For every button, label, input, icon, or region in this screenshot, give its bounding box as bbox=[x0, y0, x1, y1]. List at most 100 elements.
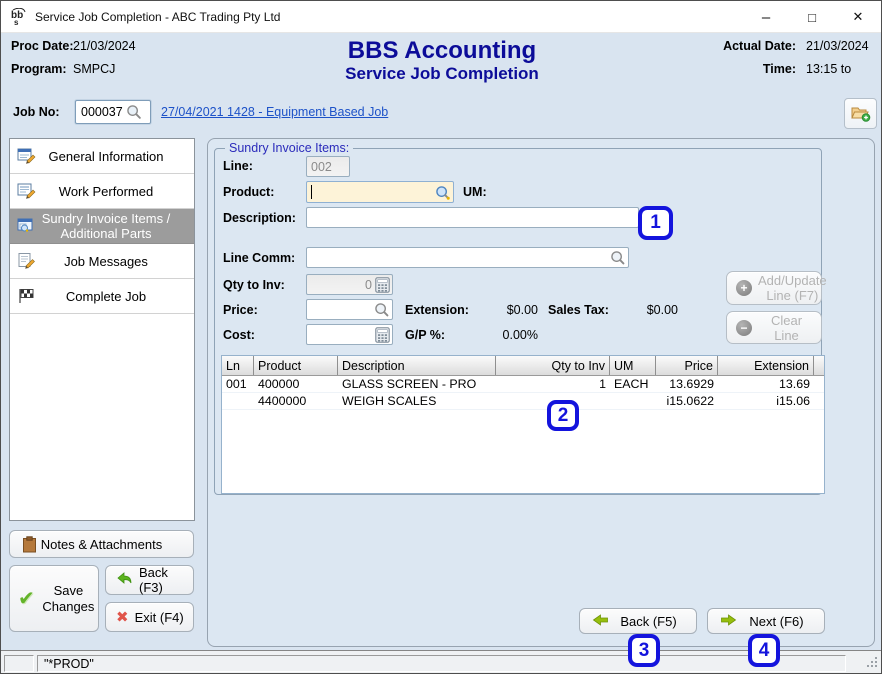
main-content-panel: Sundry Invoice Items: Line: Product: UM: bbox=[207, 138, 875, 647]
app-icon[interactable]: bb s bbox=[10, 8, 29, 26]
gp-percent-label: G/P %: bbox=[405, 328, 445, 342]
sidebar-item-job-messages[interactable]: Job Messages bbox=[10, 244, 194, 279]
sidebar-item-label: Sundry Invoice Items / Additional Parts bbox=[34, 211, 178, 241]
line-input bbox=[307, 157, 349, 176]
price-field[interactable] bbox=[306, 299, 393, 320]
header-price: Price bbox=[656, 356, 718, 375]
job-no-field[interactable] bbox=[75, 100, 151, 124]
notes-attachments-button[interactable]: Notes & Attachments bbox=[9, 530, 194, 558]
qty-calculator-icon[interactable] bbox=[375, 277, 390, 296]
sidebar-item-label: Work Performed bbox=[59, 184, 153, 199]
bbs-logo-icon: bb s bbox=[10, 8, 29, 26]
cell-um: EACH bbox=[610, 376, 656, 392]
add-update-label-line2: Line (F7) bbox=[766, 288, 818, 303]
job-no-input[interactable] bbox=[76, 105, 126, 119]
exit-f4-button[interactable]: ✖ Exit (F4) bbox=[105, 602, 194, 632]
table-header-row: Ln Product Description Qty to Inv UM Pri… bbox=[222, 356, 824, 376]
page-pencil-icon bbox=[17, 252, 37, 273]
um-label: UM: bbox=[463, 185, 487, 199]
minimize-button[interactable]: – bbox=[743, 1, 789, 33]
cost-label: Cost: bbox=[223, 328, 255, 342]
annotation-1: 1 bbox=[638, 206, 673, 240]
screen-title: Service Job Completion bbox=[1, 64, 882, 84]
cost-field[interactable] bbox=[306, 324, 393, 345]
maximize-button[interactable]: □ bbox=[789, 1, 835, 33]
save-label-line2: Changes bbox=[42, 599, 94, 614]
qty-to-inv-label: Qty to Inv: bbox=[223, 278, 285, 292]
line-comm-field[interactable] bbox=[306, 247, 629, 268]
job-no-label: Job No: bbox=[13, 105, 60, 119]
cell-product: 4400000 bbox=[254, 393, 338, 409]
green-left-arrow-icon bbox=[592, 613, 609, 630]
product-label: Product: bbox=[223, 185, 274, 199]
folder-add-icon bbox=[851, 105, 871, 122]
qty-to-inv-field: 0 bbox=[306, 274, 393, 295]
cell-extension: i15.06 bbox=[718, 393, 814, 409]
svg-text:s: s bbox=[14, 18, 19, 26]
line-field bbox=[306, 156, 350, 177]
job-lookup-icon[interactable] bbox=[126, 104, 142, 120]
plus-circle-icon: + bbox=[736, 280, 752, 296]
add-update-line-button[interactable]: + Add/Update Line (F7) bbox=[726, 271, 822, 305]
sales-tax-label: Sales Tax: bbox=[548, 303, 609, 317]
header-ln: Ln bbox=[222, 356, 254, 375]
header-product: Product bbox=[254, 356, 338, 375]
doc-pencil-icon bbox=[17, 182, 37, 203]
header-qty-to-inv: Qty to Inv bbox=[496, 356, 610, 375]
annotation-3: 3 bbox=[628, 634, 660, 667]
undo-arrow-icon bbox=[116, 571, 133, 589]
clipboard-icon bbox=[22, 536, 37, 556]
sidebar-item-label: Complete Job bbox=[66, 289, 146, 304]
extension-label: Extension: bbox=[405, 303, 469, 317]
table-row[interactable]: 001 400000 GLASS SCREEN - PRO 1 EACH 13.… bbox=[222, 376, 824, 393]
save-changes-button[interactable]: ✔ Save Changes bbox=[9, 565, 99, 632]
actual-date-value: 21/03/2024 bbox=[806, 39, 869, 53]
status-panel-left bbox=[4, 655, 34, 672]
sidebar-item-label: Job Messages bbox=[64, 254, 148, 269]
sidebar-item-work-performed[interactable]: Work Performed bbox=[10, 174, 194, 209]
form-pencil-icon bbox=[17, 147, 37, 168]
product-field[interactable] bbox=[306, 181, 454, 203]
cell-product: 400000 bbox=[254, 376, 338, 392]
resize-grip[interactable] bbox=[866, 656, 879, 672]
back-f5-label: Back (F5) bbox=[617, 614, 696, 629]
sidebar-item-general-information[interactable]: General Information bbox=[10, 139, 194, 174]
next-f6-button[interactable]: Next (F6) bbox=[707, 608, 825, 634]
back-f3-button[interactable]: Back (F3) bbox=[105, 565, 194, 595]
sidebar-item-complete-job[interactable]: Complete Job bbox=[10, 279, 194, 314]
close-button[interactable]: ✕ bbox=[835, 1, 881, 33]
notes-attachments-label: Notes & Attachments bbox=[41, 537, 162, 552]
description-field[interactable] bbox=[306, 207, 639, 228]
open-folder-button[interactable] bbox=[844, 98, 877, 129]
sidebar-item-label: General Information bbox=[49, 149, 164, 164]
cell-price: i15.0622 bbox=[656, 393, 718, 409]
add-update-label-line1: Add/Update bbox=[758, 273, 827, 288]
exit-f4-label: Exit (F4) bbox=[135, 610, 184, 625]
clear-line-button[interactable]: − Clear Line bbox=[726, 311, 822, 344]
window-title: Service Job Completion - ABC Trading Pty… bbox=[35, 10, 280, 24]
line-comm-input[interactable] bbox=[307, 248, 628, 267]
window-magnifier-icon bbox=[17, 217, 37, 238]
product-input[interactable] bbox=[312, 182, 453, 202]
product-lookup-icon[interactable] bbox=[435, 185, 451, 204]
cell-description: GLASS SCREEN - PRO bbox=[338, 376, 496, 392]
groupbox-title: Sundry Invoice Items: bbox=[225, 141, 353, 155]
job-description-link[interactable]: 27/04/2021 1428 - Equipment Based Job bbox=[161, 105, 388, 119]
back-f3-label: Back (F3) bbox=[139, 565, 193, 595]
time-label: Time: bbox=[763, 62, 796, 76]
sidebar-item-sundry-invoice-items[interactable]: Sundry Invoice Items / Additional Parts bbox=[10, 209, 194, 244]
cost-calculator-icon[interactable] bbox=[375, 327, 390, 346]
checkered-flag-icon bbox=[17, 287, 37, 308]
cell-price: 13.6929 bbox=[656, 376, 718, 392]
header-um: UM bbox=[610, 356, 656, 375]
description-input[interactable] bbox=[307, 208, 638, 227]
annotation-2: 2 bbox=[547, 400, 579, 431]
gp-percent-value: 0.00% bbox=[470, 328, 538, 342]
red-x-icon: ✖ bbox=[116, 608, 129, 626]
table-row[interactable]: 4400000 WEIGH SCALES i15.0622 i15.06 bbox=[222, 393, 824, 410]
back-f5-button[interactable]: Back (F5) bbox=[579, 608, 697, 634]
line-comm-lookup-icon[interactable] bbox=[610, 250, 626, 269]
status-panel-main: "*PROD" bbox=[37, 655, 846, 672]
price-lookup-icon[interactable] bbox=[374, 302, 390, 321]
cell-extension: 13.69 bbox=[718, 376, 814, 392]
